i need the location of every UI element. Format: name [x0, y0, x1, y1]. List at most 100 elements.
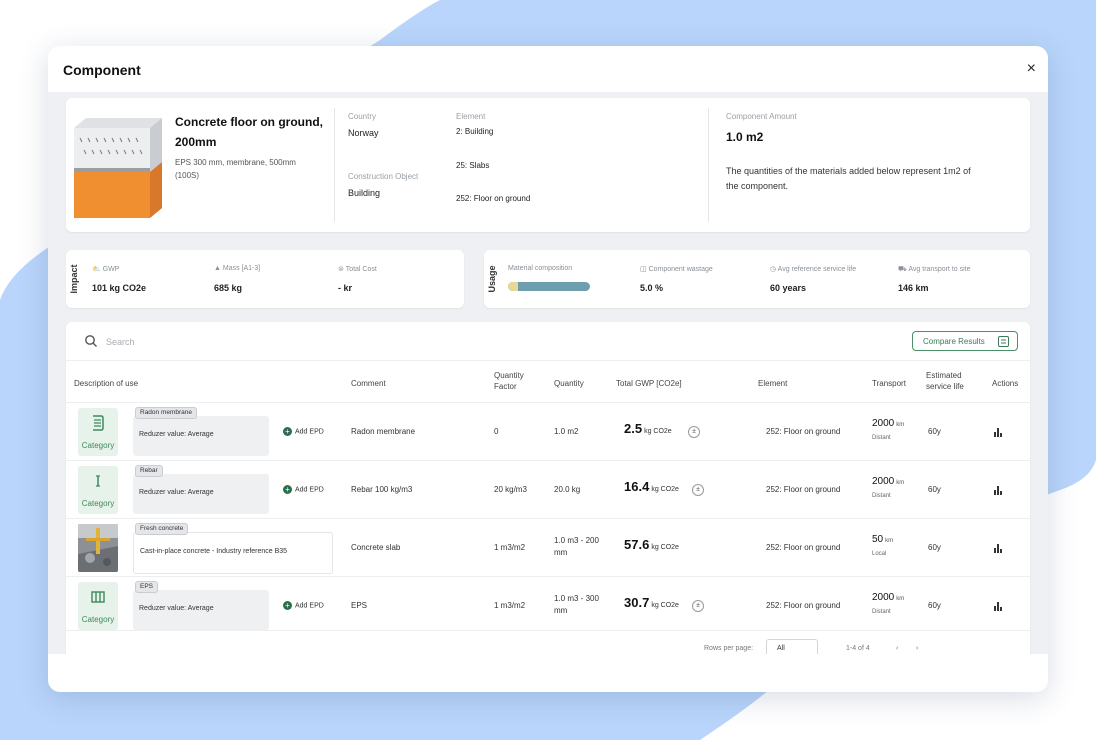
clock-icon: ◷ — [770, 266, 778, 273]
header-quantity-factor: Quantity Factor — [494, 371, 524, 391]
service-life-value: 60 years — [770, 283, 807, 293]
comment-cell: Concrete slab — [351, 543, 401, 552]
table-row[interactable]: Category Reduzer value: Average Rebar + A… — [66, 460, 1030, 519]
chart-icon[interactable] — [993, 601, 1003, 611]
header-total-gwp: Total GWP [CO2e] — [616, 379, 682, 388]
transport-cell: 2000 km Distant — [872, 476, 905, 499]
usage-card: Usage Material composition ◫ Component w… — [484, 250, 1030, 308]
chart-icon[interactable] — [993, 543, 1003, 553]
material-detail[interactable]: Cast-in-place concrete - Industry refere… — [133, 532, 333, 574]
material-composition-bar — [508, 282, 590, 291]
element-cell: 252: Floor on ground — [766, 601, 841, 610]
gwp-info-icon[interactable]: ± — [692, 484, 704, 496]
plus-icon: + — [283, 427, 292, 436]
material-detail-text: Reduzer value: Average — [139, 605, 214, 612]
material-tag: Fresh concrete — [135, 523, 189, 535]
transport-cell: 50 km Local — [872, 534, 894, 557]
material-detail[interactable]: Reduzer value: Average — [133, 416, 269, 456]
search-input[interactable] — [104, 333, 308, 351]
table-row[interactable]: Category Reduzer value: Average Radon me… — [66, 402, 1030, 461]
modal-content: Concrete floor on ground, 200mm EPS 300 … — [48, 92, 1048, 654]
component-wastage-label: ◫ Component wastage — [640, 266, 713, 273]
table-row[interactable]: Category Reduzer value: Average EPS + Add… — [66, 576, 1030, 635]
service-life-cell: 60y — [928, 485, 941, 494]
comment-cell: Rebar 100 kg/m3 — [351, 485, 413, 494]
divider — [334, 108, 335, 222]
modal-title: Component — [63, 62, 141, 78]
impact-tab-label: Impact — [69, 264, 79, 294]
service-life-label: ◷ Avg reference service life — [770, 266, 857, 273]
gwp-value: 101 kg CO2e — [92, 283, 147, 293]
category-thumbnail[interactable]: Category — [78, 582, 118, 630]
mass-label: ▲ Mass [A1-3] — [214, 265, 261, 272]
element-cell: 252: Floor on ground — [766, 485, 841, 494]
component-amount-label: Component Amount — [726, 112, 797, 121]
search-bar: Compare Results — [66, 322, 1030, 361]
material-detail-text: Reduzer value: Average — [139, 431, 214, 438]
concrete-photo[interactable] — [78, 524, 118, 572]
element-cell: 252: Floor on ground — [766, 543, 841, 552]
add-epd-button[interactable]: + Add EPD — [283, 485, 324, 494]
material-composition-fill — [508, 282, 518, 291]
quantity-cell: 1.0 m3 - 200 mm — [554, 536, 599, 557]
transport-value: 146 km — [898, 283, 929, 293]
category-thumbnail[interactable]: Category — [78, 466, 118, 514]
header-transport: Transport — [872, 379, 906, 388]
material-detail[interactable]: Reduzer value: Average — [133, 474, 269, 514]
truck-icon: ⛟ — [898, 266, 909, 273]
country-value: Norway — [348, 128, 379, 138]
construction-object-value: Building — [348, 188, 381, 198]
material-composition-label: Material composition — [508, 265, 573, 272]
material-tag: EPS — [135, 581, 159, 593]
close-button[interactable]: × — [1027, 60, 1036, 78]
pagination: Rows per page: All 1-4 of 4 ‹ › — [66, 630, 1030, 654]
category-label: Category — [81, 499, 115, 508]
service-life-cell: 60y — [928, 543, 941, 552]
material-detail-text: Reduzer value: Average — [139, 489, 214, 496]
header-element: Element — [758, 379, 788, 388]
quantity-factor-cell: 20 kg/m3 — [494, 485, 527, 494]
chart-icon[interactable] — [993, 427, 1003, 437]
gwp-info-icon[interactable]: ± — [688, 426, 700, 438]
rebar-icon — [96, 475, 100, 487]
category-label: Category — [81, 441, 115, 450]
component-illustration — [74, 118, 162, 218]
impact-card: Impact ⛅ GWP 101 kg CO2e ▲ Mass [A1-3] 6… — [66, 250, 464, 308]
material-tag: Rebar — [135, 465, 163, 477]
coins-icon: ⊜ — [338, 266, 346, 273]
quantity-cell: 1.0 m3 - 300 mm — [554, 594, 599, 615]
plus-icon: + — [283, 485, 292, 494]
search-icon — [85, 335, 97, 347]
add-epd-button[interactable]: + Add EPD — [283, 601, 324, 610]
element-cell: 252: Floor on ground — [766, 427, 841, 436]
material-detail[interactable]: Reduzer value: Average — [133, 590, 269, 630]
category-thumbnail[interactable]: Category — [78, 408, 118, 456]
mass-value: 685 kg — [214, 283, 243, 293]
header-actions: Actions — [992, 379, 1019, 388]
component-amount-note: The quantities of the materials added be… — [726, 166, 971, 191]
page-range: 1-4 of 4 — [846, 645, 870, 652]
chart-icon[interactable] — [993, 485, 1003, 495]
table-row[interactable]: Cast-in-place concrete - Industry refere… — [66, 518, 1030, 577]
membrane-icon — [93, 415, 104, 431]
weight-icon: ▲ — [214, 265, 223, 272]
country-label: Country — [348, 112, 377, 121]
header-service-life: Estimated service life — [926, 371, 964, 391]
category-label: Category — [81, 615, 115, 624]
component-summary-card: Concrete floor on ground, 200mm EPS 300 … — [66, 98, 1030, 232]
rows-per-page-select[interactable]: All — [766, 639, 818, 654]
quantity-factor-cell: 1 m3/m2 — [494, 601, 526, 610]
page-prev-icon[interactable]: ‹ — [896, 645, 898, 652]
compare-results-button[interactable]: Compare Results — [912, 331, 1018, 351]
add-epd-button[interactable]: + Add EPD — [283, 427, 324, 436]
element-level-1: 2: Building — [456, 127, 494, 136]
page-next-icon[interactable]: › — [916, 645, 918, 652]
gwp-info-icon[interactable]: ± — [692, 600, 704, 612]
material-detail-text: Cast-in-place concrete - Industry refere… — [140, 548, 288, 555]
rows-per-page-label: Rows per page: — [704, 645, 754, 652]
header-comment: Comment — [351, 379, 386, 388]
total-cost-label: ⊜ Total Cost — [338, 266, 377, 273]
header-quantity: Quantity — [554, 379, 584, 388]
gwp-cell: 2.5 kg CO2e — [624, 421, 672, 436]
wastage-icon: ◫ — [640, 266, 649, 273]
